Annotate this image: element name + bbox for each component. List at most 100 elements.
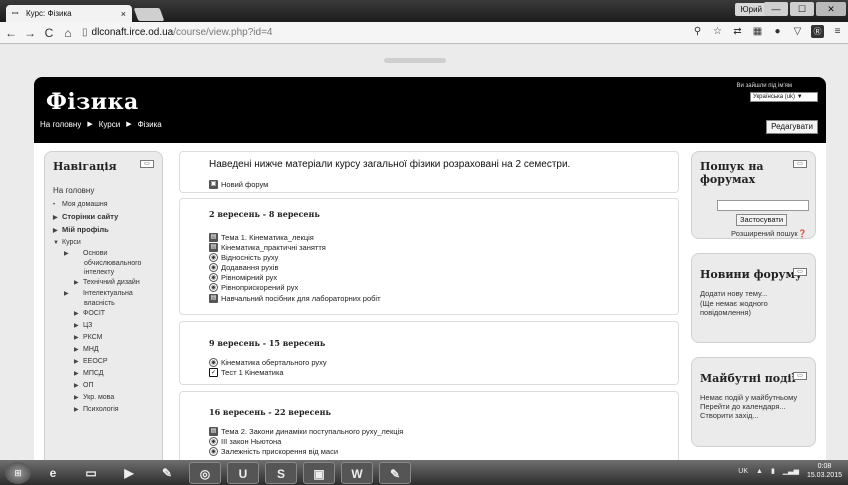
dock-handle[interactable] (384, 58, 446, 63)
activity-url[interactable]: ◉ Рівноприскорений рух (209, 283, 298, 292)
breadcrumb-courses[interactable]: Курси (99, 120, 121, 129)
block-dock-icon[interactable]: ▭ (140, 160, 154, 168)
tab-close-icon[interactable]: × (121, 9, 126, 19)
nav-home[interactable]: На головну (53, 185, 154, 196)
course-item[interactable]: ▶ ЕЕОСР (53, 356, 154, 368)
forward-icon[interactable]: → (22, 26, 38, 40)
back-icon[interactable]: ← (3, 26, 19, 40)
nav-item-site-pages[interactable]: ▶ Сторінки сайту (53, 211, 154, 224)
activity-url[interactable]: ◉ Додавання рухів (209, 263, 278, 272)
search-apply-button[interactable]: Застосувати (736, 214, 788, 226)
feather-icon[interactable]: ✎ (151, 462, 183, 484)
calendar-link[interactable]: Перейти до календаря... (700, 402, 807, 411)
browser-tab[interactable]: ꟷ Курс: Фізика × (6, 5, 132, 22)
no-posts-text: (Ще немає жодного повідомлення) (700, 299, 768, 317)
zoom-icon[interactable]: ⚲ (691, 25, 704, 38)
save-icon[interactable]: ▣ (303, 461, 335, 484)
section-title: 9 вересень - 15 вересень (209, 338, 326, 348)
forum-search-input[interactable] (717, 200, 809, 211)
activity-url[interactable]: ◉ Рівномірний рух (209, 273, 277, 282)
page-icon: ▯ (82, 27, 88, 38)
course-item[interactable]: ▶ МПСД (53, 368, 154, 380)
activity-file[interactable]: ▤ Навчальний посібник для лабораторних ро… (209, 294, 381, 303)
start-button[interactable]: ⊞ (5, 461, 31, 484)
activity-url[interactable]: ◉ Залежність прискорення від маси (209, 447, 338, 456)
clock[interactable]: 0:08 15.03.2015 (807, 462, 842, 480)
block-dock-icon[interactable]: ▭ (793, 372, 807, 380)
url-icon: ◉ (209, 447, 218, 456)
breadcrumb-course[interactable]: Фізика (138, 120, 162, 129)
course-item[interactable]: ▶ Психологія (53, 404, 154, 416)
address-bar[interactable]: ▯ dlconaft.irce.od.ua /course/view.php?i… (82, 24, 682, 42)
breadcrumb-home[interactable]: На головну (40, 120, 81, 129)
navigation-tree: На головну • Моя домашня ▶ Сторінки сайту … (53, 185, 154, 416)
course-item[interactable]: ▶ МНД (53, 344, 154, 356)
nav-item-dashboard[interactable]: • Моя домашня (53, 199, 154, 211)
translate-icon[interactable]: ⇄ (731, 25, 744, 38)
block-dock-icon[interactable]: ▭ (793, 268, 807, 276)
course-item[interactable]: ▶ РКСМ (53, 332, 154, 344)
course-item[interactable]: ▶ Укр. мова (53, 392, 154, 404)
course-item[interactable]: ▶ Технічний дизайн (53, 277, 154, 289)
bookmark-star-icon[interactable]: ☆ (711, 25, 724, 38)
course-item[interactable]: ▶ ОП (53, 380, 154, 392)
maximize-button[interactable]: ☐ (790, 2, 814, 16)
moodle-favicon-icon: ꟷ (12, 8, 19, 18)
activity-url[interactable]: ◉ Відносність руху (209, 253, 278, 262)
skype-icon[interactable]: S (265, 461, 297, 484)
block-dock-icon[interactable]: ▭ (793, 160, 807, 168)
upcoming-events-block: Майбутні події ▭ Немає подій у майбутньо… (691, 357, 816, 447)
activity-forum[interactable]: ▣ Новий форум (209, 180, 268, 189)
chrome-icon[interactable]: ◎ (189, 461, 221, 484)
signal-icon[interactable]: ▁▃▅ (783, 467, 799, 475)
login-info: Ви зайшли під ім'ям (736, 83, 792, 89)
extension-icon[interactable]: Ⓡ (811, 25, 824, 38)
forum-icon: ▣ (209, 180, 218, 189)
edit-button[interactable]: Редагувати (766, 120, 818, 134)
language-select[interactable]: Українська (uk) ▼ (750, 92, 818, 102)
shield-icon[interactable]: ▽ (791, 25, 804, 38)
help-icon[interactable]: ❓ (798, 229, 807, 238)
paint-icon[interactable]: ✎ (379, 461, 411, 484)
reload-icon[interactable]: C (41, 26, 57, 40)
course-item[interactable]: ▶ ФОСІТ (53, 308, 154, 320)
adblock-icon[interactable]: ● (771, 25, 784, 38)
url-icon: ◉ (209, 253, 218, 262)
activity-file[interactable]: ▤ Кінематика_практичні заняття (209, 243, 326, 252)
media-player-icon[interactable]: ▶ (113, 462, 145, 484)
add-topic-link[interactable]: Додати нову тему... (700, 289, 807, 298)
new-event-link[interactable]: Створити захід... (700, 411, 807, 420)
file-icon: ▤ (209, 294, 218, 303)
word-icon[interactable]: W (341, 461, 373, 484)
nav-item-label: Курси (62, 239, 81, 246)
course-item[interactable]: ▶ Інтелектуальна власність (53, 289, 154, 308)
nav-item-courses[interactable]: ▼ Курси (53, 237, 154, 249)
nav-item-profile[interactable]: ▶ Мій профіль (53, 224, 154, 237)
activity-quiz[interactable]: ✓ Тест 1 Кінематика (209, 368, 284, 377)
activity-url[interactable]: ◉ ІІІ закон Ньютона (209, 437, 281, 446)
activity-url[interactable]: ◉ Кінематика обертального руху (209, 358, 327, 367)
collapse-icon: ▼ (53, 240, 59, 246)
upcoming-events-title: Майбутні події (700, 372, 796, 385)
expand-icon: ▶ (64, 251, 69, 257)
apps-grid-icon[interactable]: ▦ (751, 25, 764, 38)
minimize-button[interactable]: — (764, 2, 788, 16)
internet-explorer-icon[interactable]: e (37, 462, 69, 484)
network-icon[interactable]: ▮ (771, 467, 775, 475)
app-u-icon[interactable]: U (227, 461, 259, 484)
file-explorer-icon[interactable]: ▭ (75, 462, 107, 484)
tray-arrow-icon[interactable]: ▲ (756, 468, 763, 475)
new-tab-button[interactable] (133, 8, 165, 21)
home-icon[interactable]: ⌂ (60, 26, 76, 40)
system-tray: UK ▲ ▮ ▁▃▅ 0:08 15.03.2015 (738, 462, 842, 480)
file-icon: ▤ (209, 233, 218, 242)
profile-button[interactable]: Юрий (734, 3, 768, 16)
course-item[interactable]: ▶ Основи обчислювального інтелекту (53, 249, 154, 277)
menu-icon[interactable]: ≡ (831, 25, 844, 38)
language-indicator[interactable]: UK (738, 468, 748, 475)
close-window-button[interactable]: ✕ (816, 2, 846, 16)
activity-file[interactable]: ▤ Тема 2. Закони динаміки поступального р… (209, 427, 403, 436)
activity-file[interactable]: ▤ Тема 1. Кінематика_лекція (209, 233, 314, 242)
course-item[interactable]: ▶ ЦЗ (53, 320, 154, 332)
advanced-search-link[interactable]: Розширений пошук❓ (700, 229, 807, 238)
